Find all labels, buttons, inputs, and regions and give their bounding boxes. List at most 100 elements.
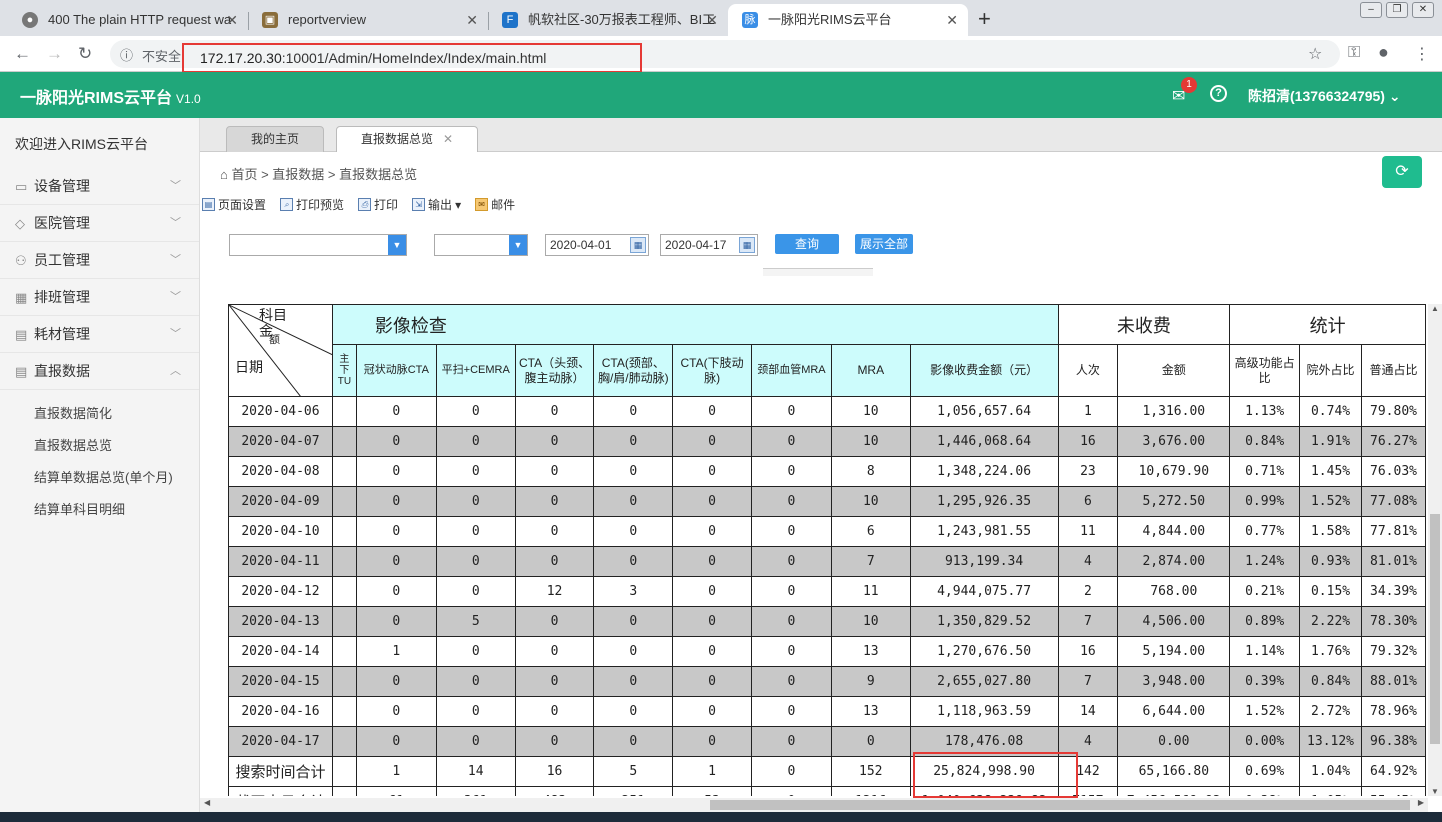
close-tab-icon[interactable]: ✕ [946,4,958,36]
scroll-thumb[interactable] [710,800,1410,810]
print-preview-button[interactable]: ⌕ 打印预览 [280,196,344,213]
table-cell: 0 [514,726,595,757]
table-cell: 0 [672,666,752,697]
browser-tab-reportverview[interactable]: ▣ reportverview ✕ [248,4,488,36]
table-cell: 0 [593,486,674,517]
device-select[interactable]: ▼ [434,234,528,256]
table-cell: 0.84% [1299,666,1362,697]
chevron-down-icon: ﹀ [170,180,181,192]
total-cell: 152 [830,756,911,787]
info-icon[interactable]: ⓘ [120,45,133,64]
table-cell: 11 [1057,516,1119,547]
table-cell: 1.24% [1229,546,1301,577]
sidebar-item-hospital[interactable]: ◇ 医院管理 ﹀ [0,205,199,242]
sidebar-subitem[interactable]: 结算单数据总览(单个月) [0,462,199,494]
export-button[interactable]: ⇲ 输出 ▾ [412,196,461,213]
table-cell: 0.99% [1229,486,1301,517]
back-icon[interactable]: ← [14,44,31,64]
sidebar-subitem[interactable]: 直报数据总览 [0,430,199,462]
help-icon[interactable]: ? [1210,85,1227,102]
tab-report-overview[interactable]: 直报数据总览 ✕ [336,126,479,152]
url-text[interactable]: 172.17.20.30:10001/Admin/HomeIndex/Index… [182,43,642,73]
menu-icon[interactable]: ⋮ [1414,44,1430,64]
column-header: 影像收费金额（元） [909,344,1059,397]
sidebar-item-equipment[interactable]: ▭ 设备管理 ﹀ [0,168,199,205]
table-cell: 4,506.00 [1117,606,1231,637]
table-cell: 0 [514,396,595,427]
sidebar-item-schedule[interactable]: ▦ 排班管理 ﹀ [0,279,199,316]
minimize-icon[interactable]: – [1360,2,1382,18]
star-icon[interactable]: ☆ [1308,44,1322,64]
email-button[interactable]: ✉ 邮件 [475,196,515,213]
table-row: 2020-04-08 0 0 0 0 0 0 8 1,348,224.06 23 10,679.90… [228,456,1426,487]
table-cell: 76.03% [1361,456,1426,487]
table-row: 2020-04-13 0 5 0 0 0 0 10 1,350,829.52 7 4,506.00 0… [228,606,1426,637]
table-cell: 1,446,068.64 [909,426,1059,457]
reload-icon[interactable]: ↻ [78,44,92,64]
date-to-input[interactable]: 2020-04-17 ▦ [660,234,758,256]
scroll-thumb[interactable] [1430,514,1440,744]
close-tab-icon[interactable]: ✕ [226,4,238,36]
vertical-scrollbar[interactable]: ▲ ▼ [1428,304,1442,796]
tab-my-home[interactable]: 我的主页 [226,126,325,152]
table-cell: 10,679.90 [1117,456,1231,487]
table-cell [331,516,357,547]
filter-splitter[interactable] [763,268,873,276]
sidebar-item-staff[interactable]: ⚇ 员工管理 ﹀ [0,242,199,279]
sidebar-subitem[interactable]: 直报数据简化 [0,398,199,430]
key-icon[interactable]: ⚿ [1348,44,1360,62]
table-cell: 0 [435,666,516,697]
new-tab-icon[interactable]: + [978,6,991,32]
browser-tab-rims[interactable]: 脉 一脉阳光RIMS云平台 ✕ [728,4,968,36]
table-cell: 14 [1057,696,1119,727]
table-cell: 0 [593,696,674,727]
user-menu[interactable]: 陈招清(13766324795) ⌄ [1248,86,1401,106]
close-tab-icon[interactable]: ✕ [706,4,718,36]
table-cell: 3,948.00 [1117,666,1231,697]
horizontal-scrollbar[interactable]: ◀ ▶ [200,798,1428,812]
table-cell: 0 [593,606,674,637]
table-cell: 6,644.00 [1117,696,1231,727]
table-cell: 9 [830,666,911,697]
table-cell: 0 [435,456,516,487]
table-cell: 0 [750,396,832,427]
mai-icon: 脉 [742,12,758,28]
close-icon[interactable]: ✕ [443,132,453,146]
total-cell: 7157 [1057,786,1119,796]
row-label: 2020-04-10 [228,516,333,547]
forward-icon[interactable]: → [46,44,63,64]
report-table-viewport: 科目 金 额 日期 影像检查 未收费 统计 主 下 TU 冠状动脉CTA 平扫+… [228,304,1426,796]
query-button[interactable]: 查询 [775,234,839,254]
browser-tab-fanruan[interactable]: F 帆软社区-30万报表工程师、BI工 ✕ [488,4,728,36]
export-icon: ⇲ [412,198,426,211]
sidebar-item-consumables[interactable]: ▤ 耗材管理 ﹀ [0,316,199,353]
profile-icon[interactable]: ● [1378,42,1389,63]
page-setup-button[interactable]: ▤ 页面设置 [202,196,266,213]
table-cell: 0 [750,666,832,697]
table-cell: 0 [514,636,595,667]
table-cell: 2 [1057,576,1119,607]
close-window-icon[interactable]: ✕ [1412,2,1434,18]
table-cell: 0 [672,426,752,457]
column-header: CTA（头颈、腹主动脉） [514,344,595,397]
row-label: 2020-04-11 [228,546,333,577]
show-all-button[interactable]: 展示全部 [855,234,914,254]
table-cell: 0 [750,546,832,577]
close-tab-icon[interactable]: ✕ [466,4,478,36]
hospital-select[interactable]: ▼ [229,234,407,256]
breadcrumb: ⌂ 首页 > 直报数据 > 直报数据总览 [220,167,418,182]
table-cell: 0 [750,636,832,667]
table-cell: 77.08% [1361,486,1426,517]
maximize-icon[interactable]: ❐ [1386,2,1408,18]
print-button[interactable]: ⎙ 打印 [358,196,398,213]
table-cell [331,696,357,727]
table-cell: 11 [830,576,911,607]
sidebar-subitem[interactable]: 结算单科目明细 [0,494,199,526]
refresh-button[interactable]: ⟳ [1382,156,1422,188]
total-cell: 0 [750,786,832,796]
table-cell [331,636,357,667]
browser-tab-http[interactable]: ● 400 The plain HTTP request wa ✕ [8,4,248,36]
sidebar-item-report[interactable]: ▤ 直报数据 ︿ [0,353,199,390]
table-cell: 0 [672,486,752,517]
date-from-input[interactable]: 2020-04-01 ▦ [545,234,649,256]
